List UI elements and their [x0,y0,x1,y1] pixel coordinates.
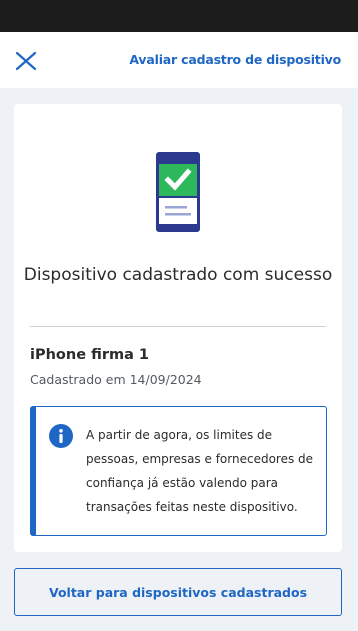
device-name: iPhone firma 1 [30,347,150,363]
info-icon [49,424,73,448]
close-icon [15,51,37,71]
info-box: A partir de agora, os limites de pessoas… [30,406,327,536]
back-to-devices-button[interactable]: Voltar para dispositivos cadastrados [14,568,342,616]
status-bar [0,0,358,32]
divider [30,326,326,327]
info-text: A partir de agora, os limites de pessoas… [86,428,314,514]
phone-check-icon [156,152,200,232]
evaluate-device-link[interactable]: Avaliar cadastro de dispositivo [129,52,341,67]
success-card: Dispositivo cadastrado com sucesso iPhon… [14,104,342,552]
page-title: Dispositivo cadastrado com sucesso [23,265,333,285]
device-registered-date: Cadastrado em 14/09/2024 [30,372,202,387]
header: Avaliar cadastro de dispositivo [0,32,358,88]
close-button[interactable] [14,50,38,72]
